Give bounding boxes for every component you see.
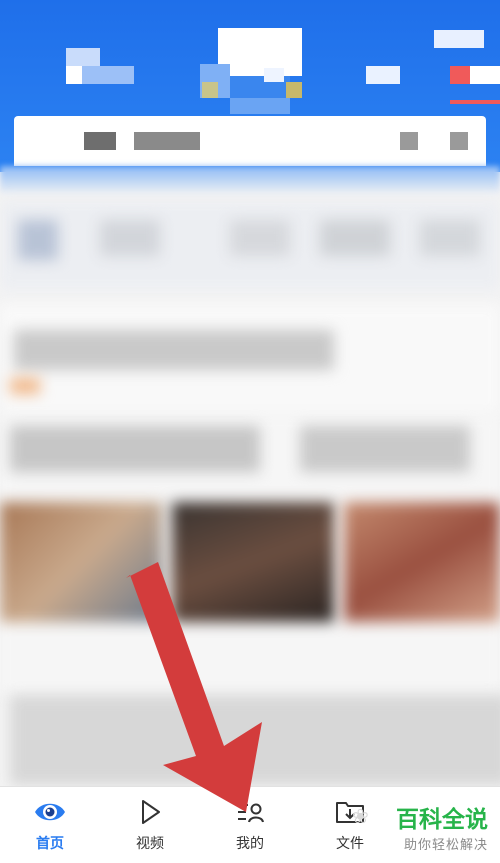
red-arrow-annotation bbox=[126, 562, 262, 812]
watermark-title: 百科全说 bbox=[396, 807, 488, 833]
watermark-subtitle: 助你轻松解决 bbox=[403, 838, 488, 853]
paw-icon: ❀ bbox=[352, 804, 369, 828]
